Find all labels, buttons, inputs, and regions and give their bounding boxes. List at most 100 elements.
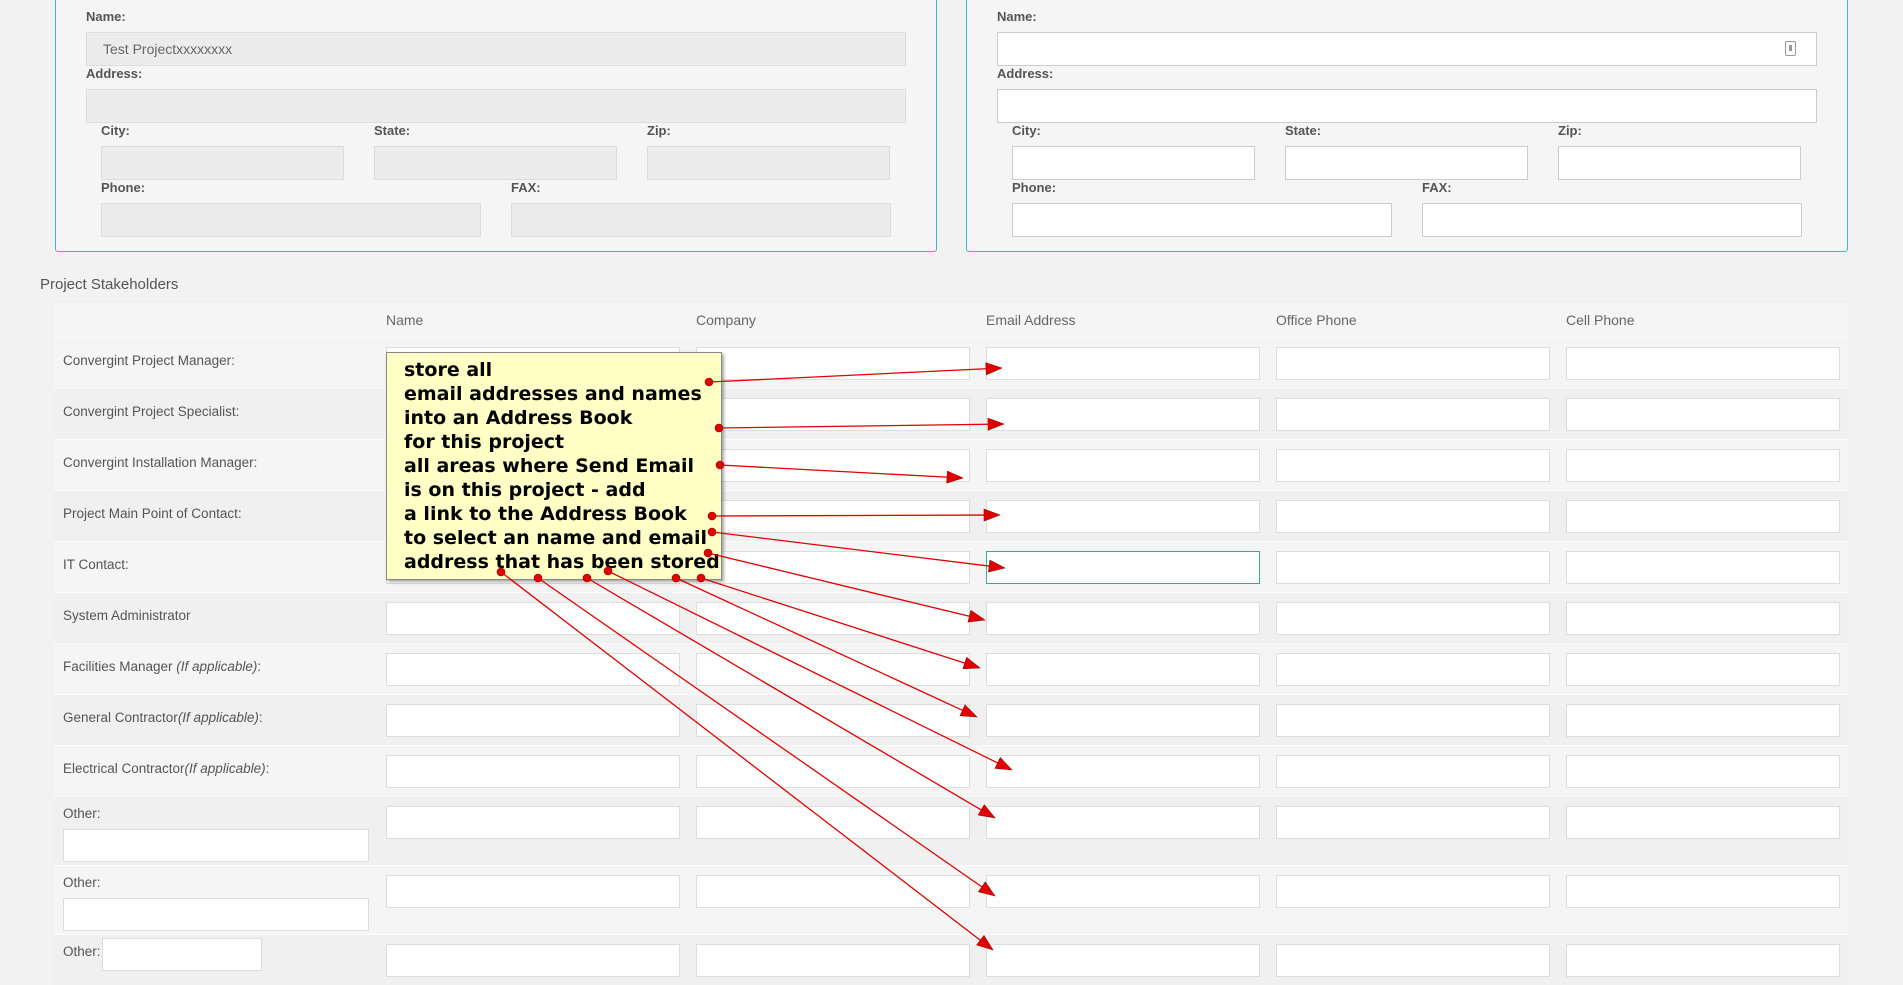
office-phone-input[interactable] — [1276, 875, 1550, 908]
email-input[interactable] — [986, 551, 1260, 584]
row-label: Electrical Contractor(If applicable): — [63, 761, 269, 776]
row-label: Convergint Project Manager: — [63, 353, 235, 368]
state-field[interactable] — [374, 146, 617, 180]
office-phone-input[interactable] — [1276, 398, 1550, 431]
email-input[interactable] — [986, 755, 1260, 788]
row-label-note: (If applicable) — [184, 761, 266, 776]
cell-phone-input[interactable] — [1566, 704, 1840, 737]
cell-phone-input[interactable] — [1566, 755, 1840, 788]
company-input[interactable] — [696, 704, 970, 737]
phone-field[interactable] — [101, 203, 481, 237]
cell-phone-input[interactable] — [1566, 449, 1840, 482]
name-input[interactable] — [386, 806, 680, 839]
row-label: Facilities Manager (If applicable): — [63, 659, 261, 674]
zip-field[interactable] — [1558, 146, 1801, 180]
row-label: System Administrator — [63, 608, 191, 623]
cell-phone-input[interactable] — [1566, 398, 1840, 431]
phone-label: Phone: — [101, 180, 146, 195]
table-row: System Administrator — [54, 592, 1848, 643]
office-phone-input[interactable] — [1276, 653, 1550, 686]
company-input[interactable] — [696, 806, 970, 839]
email-input[interactable] — [986, 602, 1260, 635]
name-input[interactable] — [386, 944, 680, 977]
company-input[interactable] — [696, 449, 970, 482]
company-input[interactable] — [696, 602, 970, 635]
company-input[interactable] — [696, 551, 970, 584]
cell-phone-input[interactable] — [1566, 500, 1840, 533]
fax-label: FAX: — [1422, 180, 1452, 195]
name-input[interactable] — [386, 602, 680, 635]
office-phone-input[interactable] — [1276, 806, 1550, 839]
cell-phone-input[interactable] — [1566, 875, 1840, 908]
office-phone-input[interactable] — [1276, 944, 1550, 977]
other-role-input[interactable] — [63, 898, 369, 931]
address-label: Address: — [86, 66, 143, 81]
name-input[interactable] — [386, 875, 680, 908]
email-input[interactable] — [986, 704, 1260, 737]
name-input[interactable] — [386, 755, 680, 788]
callout-line: for this project — [404, 431, 565, 453]
office-phone-input[interactable] — [1276, 704, 1550, 737]
company-input[interactable] — [696, 944, 970, 977]
office-phone-input[interactable] — [1276, 755, 1550, 788]
email-input[interactable] — [986, 653, 1260, 686]
company-input[interactable] — [696, 398, 970, 431]
company-input[interactable] — [696, 653, 970, 686]
customer-name-field[interactable] — [997, 32, 1817, 66]
company-input[interactable] — [696, 500, 970, 533]
other-role-input[interactable] — [63, 829, 369, 862]
company-input[interactable] — [696, 875, 970, 908]
name-label: Name: — [997, 9, 1037, 24]
fax-field[interactable] — [1422, 203, 1802, 237]
state-field[interactable] — [1285, 146, 1528, 180]
callout-line: email addresses and names — [404, 383, 702, 405]
cell-phone-input[interactable] — [1566, 551, 1840, 584]
email-input[interactable] — [986, 875, 1260, 908]
office-phone-input[interactable] — [1276, 551, 1550, 584]
office-phone-input[interactable] — [1276, 449, 1550, 482]
cell-phone-input[interactable] — [1566, 944, 1840, 977]
address-field[interactable] — [86, 89, 906, 123]
cell-phone-input[interactable] — [1566, 653, 1840, 686]
city-label: City: — [101, 123, 130, 138]
table-row: General Contractor(If applicable): — [54, 694, 1848, 745]
row-label-text: IT Contact: — [63, 557, 129, 572]
email-input[interactable] — [986, 347, 1260, 380]
project-name-field[interactable]: Test Projectxxxxxxxx — [86, 32, 906, 66]
phone-field[interactable] — [1012, 203, 1392, 237]
row-label-text: Other: — [63, 875, 101, 890]
city-field[interactable] — [1012, 146, 1255, 180]
fax-field[interactable] — [511, 203, 891, 237]
cell-phone-input[interactable] — [1566, 347, 1840, 380]
company-input[interactable] — [696, 347, 970, 380]
annotation-callout: store all email addresses and names into… — [386, 352, 722, 580]
table-row: Convergint Project Specialist: — [54, 388, 1848, 439]
state-label: State: — [374, 123, 411, 138]
row-label-text: General Contractor — [63, 710, 178, 725]
row-label-suffix: : — [257, 659, 262, 674]
zip-field[interactable] — [647, 146, 890, 180]
company-input[interactable] — [696, 755, 970, 788]
address-field[interactable] — [997, 89, 1817, 123]
column-header-email: Email Address — [986, 312, 1076, 328]
city-label: City: — [1012, 123, 1041, 138]
name-input[interactable] — [386, 704, 680, 737]
cell-phone-input[interactable] — [1566, 806, 1840, 839]
name-input[interactable] — [386, 653, 680, 686]
email-input[interactable] — [986, 398, 1260, 431]
cell-phone-input[interactable] — [1566, 602, 1840, 635]
email-input[interactable] — [986, 806, 1260, 839]
office-phone-input[interactable] — [1276, 602, 1550, 635]
table-row: Convergint Project Manager: — [54, 337, 1848, 388]
office-phone-input[interactable] — [1276, 500, 1550, 533]
email-input[interactable] — [986, 449, 1260, 482]
row-label: General Contractor(If applicable): — [63, 710, 263, 725]
row-label-text: Project Main Point of Contact: — [63, 506, 242, 521]
office-phone-input[interactable] — [1276, 347, 1550, 380]
phone-label: Phone: — [1012, 180, 1057, 195]
callout-line: a link to the Address Book — [404, 503, 687, 525]
email-input[interactable] — [986, 944, 1260, 977]
city-field[interactable] — [101, 146, 344, 180]
email-input[interactable] — [986, 500, 1260, 533]
address-card-icon[interactable] — [1785, 41, 1796, 56]
